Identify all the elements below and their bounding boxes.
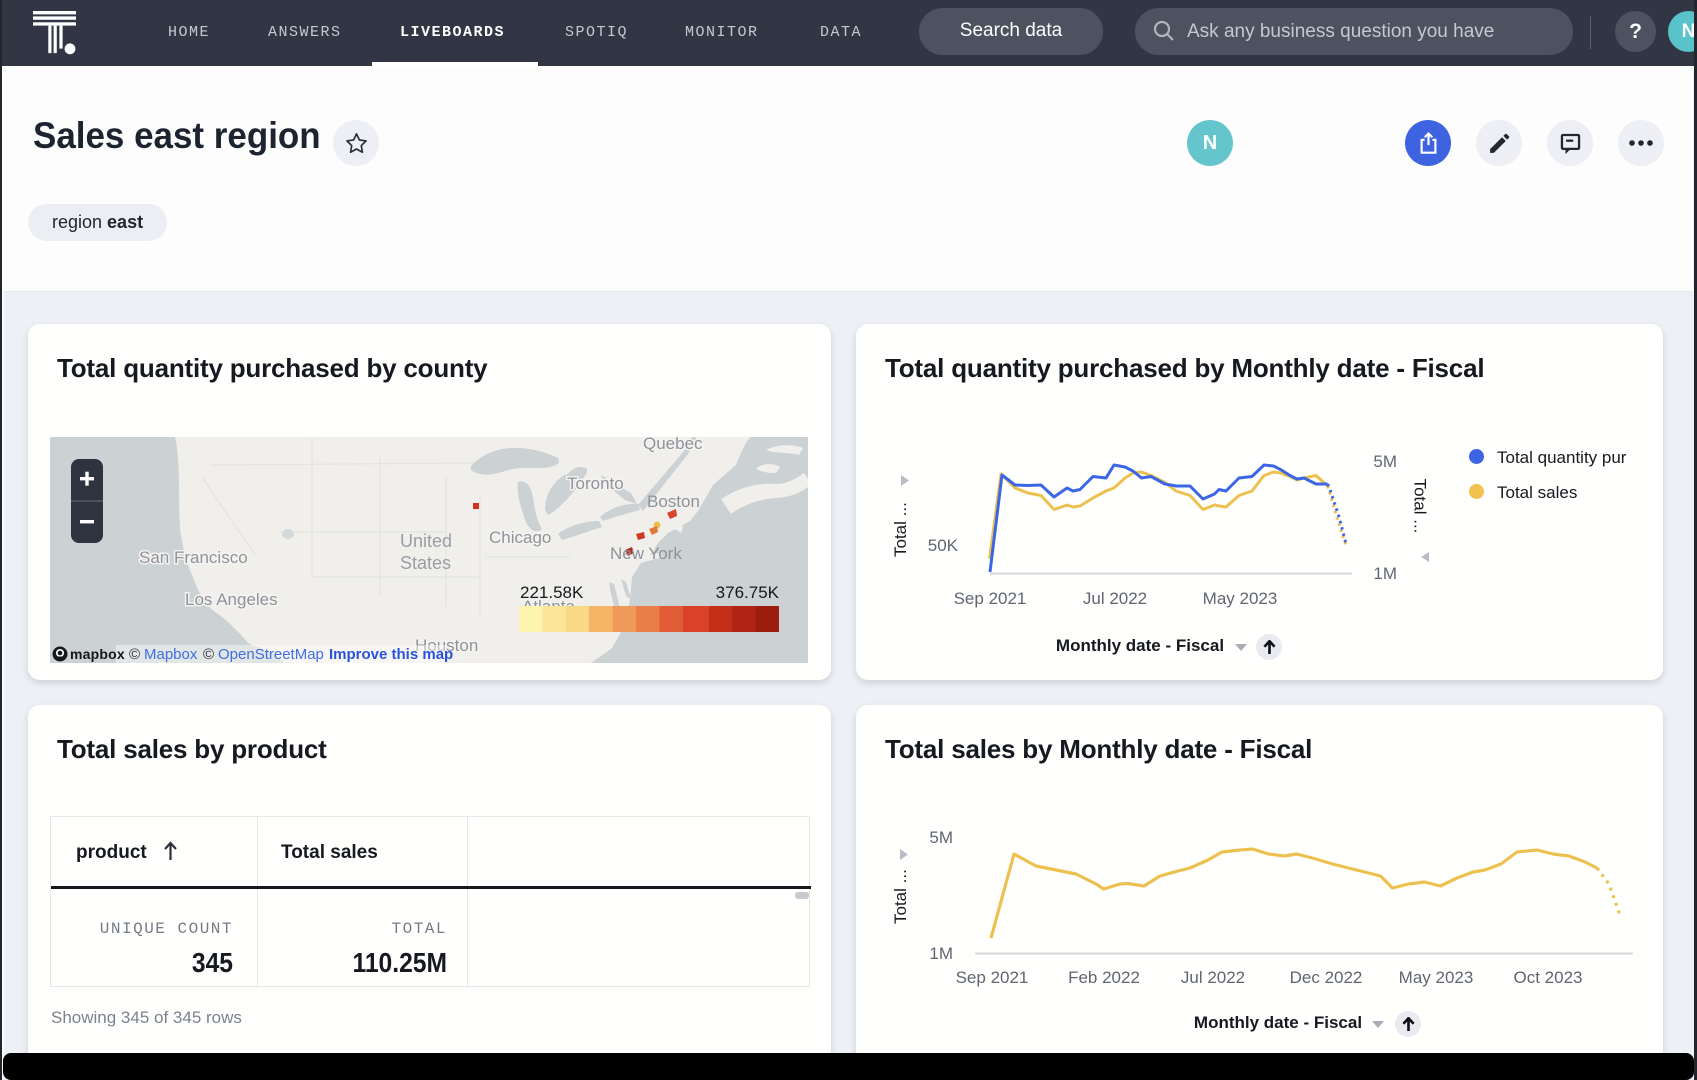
svg-text:San Francisco: San Francisco bbox=[139, 548, 248, 567]
svg-text:United: United bbox=[400, 531, 452, 551]
svg-text:Los Angeles: Los Angeles bbox=[185, 590, 278, 609]
svg-text:Boston: Boston bbox=[647, 492, 700, 511]
svg-text:New York: New York bbox=[610, 544, 682, 563]
svg-text:Chicago: Chicago bbox=[489, 528, 551, 547]
svg-text:Mapbox: Mapbox bbox=[144, 646, 198, 663]
svg-text:©: © bbox=[203, 646, 214, 663]
svg-text:376.75K: 376.75K bbox=[716, 583, 780, 602]
svg-text:Improve this map: Improve this map bbox=[329, 646, 453, 663]
svg-text:221.58K: 221.58K bbox=[520, 583, 584, 602]
svg-text:OpenStreetMap: OpenStreetMap bbox=[218, 646, 324, 663]
svg-text:Quebec: Quebec bbox=[643, 437, 703, 453]
svg-text:States: States bbox=[400, 553, 451, 573]
svg-text:©: © bbox=[129, 646, 140, 663]
svg-text:mapbox: mapbox bbox=[70, 646, 125, 662]
svg-text:Toronto: Toronto bbox=[567, 474, 624, 493]
